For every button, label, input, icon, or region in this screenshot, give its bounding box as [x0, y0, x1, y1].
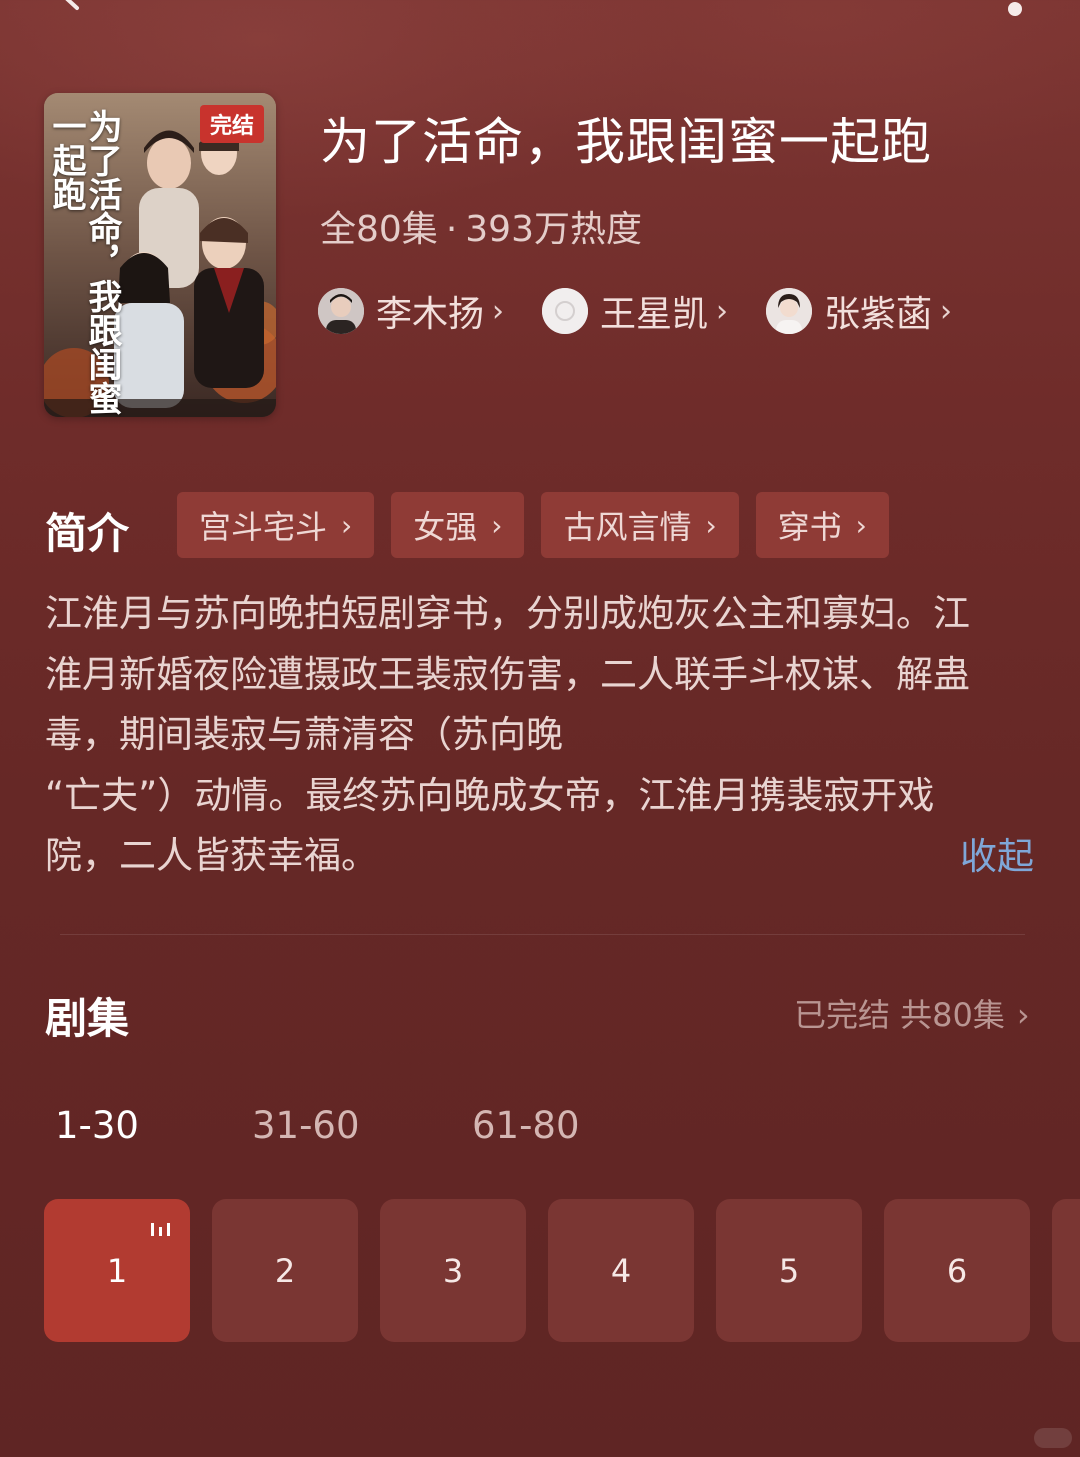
episode-number: 3	[442, 1251, 464, 1290]
meta-separator: ·	[445, 209, 458, 250]
actor-name: 张紫菡	[824, 294, 933, 335]
episode-number: 5	[778, 1251, 800, 1290]
episode-number: 1	[106, 1251, 128, 1290]
synopsis-line: “亡夫”）动情。最终苏向晚成女帝，江淮月携裴寂开戏	[45, 773, 935, 817]
poster-title-art: 为了活命，我跟闺蜜一起跑	[46, 109, 122, 415]
chevron-right-icon: ›	[491, 508, 503, 542]
page-title: 为了活命，我跟闺蜜一起跑	[320, 113, 932, 171]
chevron-right-icon: ›	[716, 293, 729, 329]
synopsis-text: 江淮月与苏向晚拍短剧穿书，分别成炮灰公主和寡妇。江 淮月新婚夜险遭摄政王裴寂伤害…	[45, 584, 1020, 887]
episode-grid: 1 2 3 4 5 6	[44, 1199, 1080, 1342]
synopsis-line: 淮月新婚夜险遭摄政王裴寂伤害，二人联手斗权谋、解蛊	[45, 652, 970, 696]
tag-label: 女强	[413, 508, 478, 546]
episode-button-6[interactable]: 6	[884, 1199, 1030, 1342]
avatar	[766, 288, 813, 334]
tag-chip[interactable]: 女强 ›	[391, 492, 525, 558]
tag-chip[interactable]: 穿书 ›	[755, 492, 889, 558]
actor-item[interactable]: 张紫菡 ›	[766, 285, 952, 337]
section-divider	[60, 934, 1025, 935]
synopsis-line: 院，二人皆获幸福。	[45, 834, 378, 877]
more-dots-icon[interactable]	[1008, 2, 1022, 16]
episode-button-4[interactable]: 4	[548, 1199, 694, 1342]
synopsis-line: 江淮月与苏向晚拍短剧穿书，分别成炮灰公主和寡妇。江	[45, 592, 970, 635]
actor-item[interactable]: 李木扬 ›	[318, 285, 504, 337]
episode-button-1[interactable]: 1	[44, 1199, 190, 1342]
chevron-right-icon: ›	[341, 508, 353, 542]
episode-number: 2	[274, 1251, 296, 1290]
intro-heading: 简介	[45, 509, 130, 558]
tag-chip[interactable]: 宫斗宅斗 ›	[177, 492, 375, 558]
tag-label: 穿书	[777, 508, 842, 546]
chevron-right-icon: ›	[855, 508, 867, 542]
episode-button-3[interactable]: 3	[380, 1199, 526, 1342]
popularity: 393万热度	[465, 209, 642, 250]
tab-range-1-30[interactable]: 1-30	[55, 1104, 139, 1147]
episode-button-peek[interactable]	[1052, 1199, 1080, 1342]
tag-label: 宫斗宅斗	[199, 508, 328, 546]
chevron-right-icon: ›	[705, 508, 717, 542]
episode-button-2[interactable]: 2	[212, 1199, 358, 1342]
tag-chip[interactable]: 古风言情 ›	[541, 492, 739, 558]
episodes-heading: 剧集	[45, 994, 130, 1043]
episode-number: 6	[946, 1251, 968, 1290]
tag-label: 古风言情	[563, 508, 692, 546]
chevron-left-icon[interactable]	[55, 0, 85, 12]
poster-image[interactable]: 为了活命，我跟闺蜜一起跑 完结	[44, 93, 276, 417]
avatar	[542, 288, 589, 334]
episodes-status-link[interactable]: 已完结 共80集 ›	[794, 990, 1030, 1036]
actor-item[interactable]: 王星凯 ›	[542, 285, 728, 337]
playing-bars-icon	[151, 1223, 170, 1236]
actor-list: 李木扬 › 王星凯 › 张紫菡 ›	[318, 285, 990, 337]
synopsis-line: 毒，期间裴寂与萧清容（苏向晚	[45, 713, 563, 756]
watermark	[1034, 1428, 1072, 1448]
episode-count: 全80集	[320, 209, 438, 250]
chevron-right-icon: ›	[940, 293, 953, 329]
tag-list: 宫斗宅斗 › 女强 › 古风言情 › 穿书 ›	[177, 492, 906, 558]
tab-range-61-80[interactable]: 61-80	[472, 1104, 580, 1147]
chevron-right-icon: ›	[492, 293, 505, 329]
chevron-right-icon: ›	[1016, 996, 1030, 1034]
episode-button-5[interactable]: 5	[716, 1199, 862, 1342]
actor-name: 李木扬	[376, 294, 485, 335]
avatar	[318, 288, 364, 334]
episodes-status-text: 已完结 共80集	[794, 996, 1005, 1034]
status-badge: 完结	[199, 105, 264, 143]
episode-number: 4	[610, 1251, 632, 1290]
show-meta: 全80集 · 393万热度	[320, 200, 642, 252]
actor-name: 王星凯	[600, 294, 709, 335]
tab-range-31-60[interactable]: 31-60	[252, 1104, 360, 1147]
top-bar	[0, 0, 1080, 30]
collapse-button[interactable]: 收起	[960, 826, 1034, 880]
